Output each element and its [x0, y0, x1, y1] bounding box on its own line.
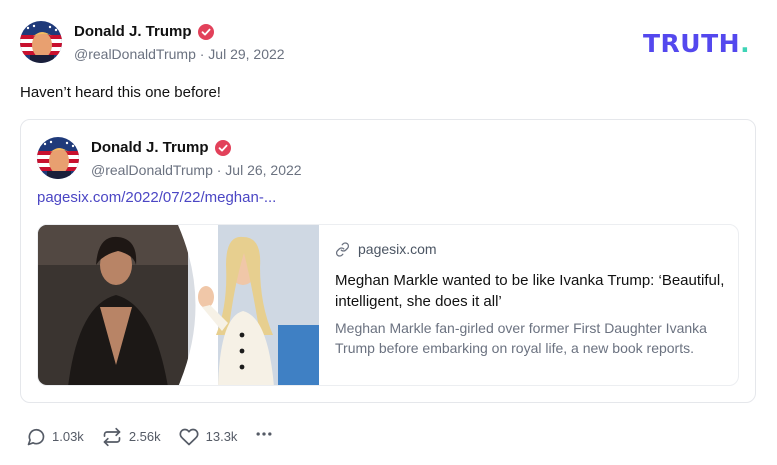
reply-icon: [26, 427, 46, 447]
retruth-button[interactable]: 2.56k: [101, 427, 161, 447]
author-name[interactable]: Donald J. Trump: [74, 23, 192, 40]
truth-logo[interactable]: TRUTH.: [643, 29, 750, 58]
quoted-author-avatar[interactable]: [37, 137, 79, 179]
logo-text: TRUTH: [643, 29, 741, 58]
preview-description: Meghan Markle fan-girled over former Fir…: [335, 320, 707, 356]
more-button[interactable]: [254, 424, 274, 449]
preview-image: [38, 225, 319, 385]
post-text: Haven’t heard this one before!: [20, 84, 221, 101]
quoted-author-name-line: Donald J. Trump: [91, 139, 231, 156]
post-actions: 1.03k 2.56k 13.3k: [26, 424, 274, 449]
quoted-post-meta: @realDonaldTrump · Jul 26, 2022: [91, 162, 302, 178]
verified-badge-icon: [197, 23, 214, 40]
logo-dot: .: [740, 29, 751, 58]
like-icon: [178, 427, 200, 447]
truth-post: Donald J. Trump @realDonaldTrump · Jul 2…: [0, 0, 777, 465]
more-icon: [254, 424, 274, 449]
preview-title[interactable]: Meghan Markle wanted to be like Ivanka T…: [335, 270, 725, 312]
like-button[interactable]: 13.3k: [178, 427, 238, 447]
reply-button[interactable]: 1.03k: [26, 427, 84, 447]
quoted-author-name[interactable]: Donald J. Trump: [91, 139, 209, 156]
verified-badge-icon: [214, 139, 231, 156]
retruth-icon: [101, 427, 123, 447]
preview-domain: pagesix.com: [358, 241, 437, 257]
article-link[interactable]: pagesix.com/2022/07/22/meghan-...: [37, 189, 276, 206]
link-icon: [335, 241, 350, 257]
retruth-count: 2.56k: [128, 429, 161, 444]
preview-domain-row: pagesix.com: [335, 241, 725, 257]
author-avatar[interactable]: [20, 21, 62, 63]
link-preview-card[interactable]: pagesix.com Meghan Markle wanted to be l…: [37, 224, 739, 386]
reply-count: 1.03k: [52, 429, 84, 444]
post-meta: @realDonaldTrump · Jul 29, 2022: [74, 46, 285, 62]
like-count: 13.3k: [205, 429, 238, 444]
author-name-line: Donald J. Trump: [74, 23, 214, 40]
preview-body: pagesix.com Meghan Markle wanted to be l…: [335, 241, 725, 358]
